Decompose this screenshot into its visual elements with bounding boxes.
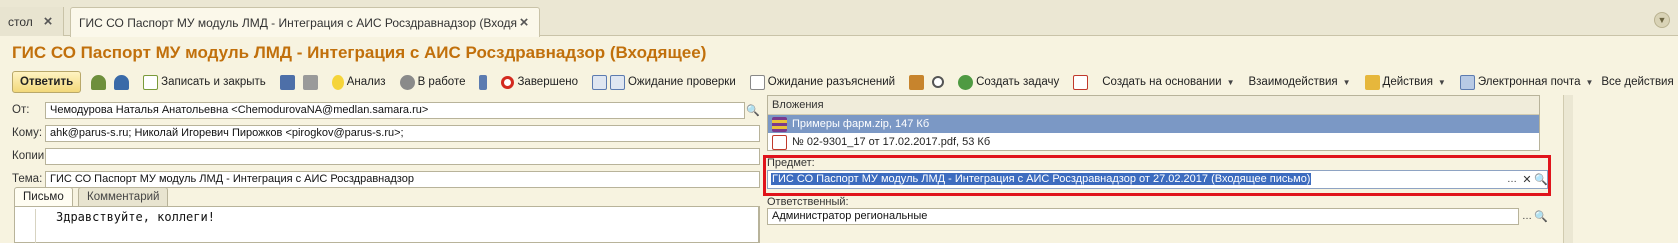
subject-field[interactable]: ГИС СО Паспорт МУ модуль ЛМД - Интеграци… bbox=[45, 171, 760, 188]
checkmark-document-icon bbox=[143, 74, 159, 90]
gear-icon bbox=[399, 74, 415, 90]
envelope-icon bbox=[1459, 74, 1475, 90]
completed-button[interactable]: Завершено bbox=[497, 71, 581, 93]
task-icon bbox=[958, 74, 974, 90]
analysis-button[interactable]: Анализ bbox=[328, 71, 390, 93]
wait-clarify-label: Ожидание разъяснений bbox=[767, 76, 896, 88]
tab-letter[interactable]: Письмо bbox=[14, 187, 73, 206]
responsible-field[interactable]: Администратор региональные bbox=[767, 208, 1519, 225]
wait-check-label: Ожидание проверки bbox=[627, 76, 736, 88]
printer-icon bbox=[302, 74, 318, 90]
reply-button-label: Ответить bbox=[20, 76, 74, 88]
document-search-icon bbox=[591, 74, 607, 90]
chevron-down-icon: ▼ bbox=[1226, 77, 1235, 87]
subject-label: Тема: bbox=[12, 173, 43, 185]
document-cross-icon bbox=[1073, 74, 1089, 90]
to-label: Кому: bbox=[12, 127, 43, 139]
zip-archive-icon bbox=[772, 116, 787, 132]
tab-desktop[interactable]: стол × bbox=[0, 7, 64, 36]
reply-button[interactable]: Ответить bbox=[12, 71, 82, 93]
toolbar: Ответить Записать и закрыть Анализ В раб… bbox=[12, 70, 1674, 94]
search-icon[interactable]: 🔍 bbox=[745, 102, 761, 119]
cc-field[interactable] bbox=[45, 148, 760, 165]
user-add-icon bbox=[114, 74, 130, 90]
report-button[interactable] bbox=[905, 71, 928, 93]
circle-icon bbox=[932, 76, 945, 88]
close-icon[interactable]: × bbox=[517, 14, 531, 31]
tab-document[interactable]: ГИС СО Паспорт МУ модуль ЛМД - Интеграци… bbox=[70, 7, 540, 37]
print-button[interactable] bbox=[299, 71, 322, 93]
stop-circle-icon bbox=[501, 75, 515, 89]
in-work-button[interactable]: В работе bbox=[396, 71, 470, 93]
interactions-label: Взаимодействия bbox=[1248, 76, 1338, 88]
attachment-name: № 02-9301_17 от 17.02.2017.pdf, 53 Кб bbox=[792, 136, 991, 148]
subject-item-value: ГИС СО Паспорт МУ модуль ЛМД - Интеграци… bbox=[771, 173, 1312, 185]
tab-desktop-label: стол bbox=[8, 14, 33, 29]
close-icon[interactable]: × bbox=[41, 13, 55, 30]
wait-clarify-button[interactable]: Ожидание разъяснений bbox=[746, 71, 899, 93]
wait-check-button[interactable]: Ожидание проверки bbox=[588, 71, 740, 93]
list-icon bbox=[479, 74, 488, 90]
create-based-label: Создать на основании bbox=[1102, 76, 1222, 88]
subject-item-field[interactable]: ГИС СО Паспорт МУ модуль ЛМД - Интеграци… bbox=[767, 170, 1548, 189]
from-field[interactable]: Чемодурова Наталья Анатольевна <Chemodur… bbox=[45, 102, 745, 119]
ellipsis-icon[interactable]: … bbox=[1504, 171, 1520, 188]
attachment-name: Примеры фарм.zip, 147 Кб bbox=[792, 118, 930, 130]
save-button[interactable] bbox=[276, 71, 299, 93]
search-icon[interactable]: 🔍 bbox=[1533, 208, 1549, 225]
create-task-button[interactable]: Создать задачу bbox=[954, 71, 1063, 93]
users-icon bbox=[91, 74, 107, 90]
all-actions-label: Все действия bbox=[1601, 76, 1674, 88]
window-icon bbox=[609, 74, 625, 90]
search-icon[interactable]: 🔍 bbox=[1533, 171, 1549, 188]
attachments-header: Вложения bbox=[768, 96, 1539, 115]
pdf-file-icon bbox=[772, 134, 787, 150]
letter-body[interactable]: Здравствуйте, коллеги! bbox=[14, 206, 760, 243]
to-field[interactable]: ahk@parus-s.ru; Николай Игоревич Пирожко… bbox=[45, 125, 760, 142]
scrollbar[interactable] bbox=[1563, 95, 1573, 243]
chevron-down-icon: ▼ bbox=[1437, 77, 1446, 87]
attachment-item[interactable]: № 02-9301_17 от 17.02.2017.pdf, 53 Кб bbox=[768, 133, 1539, 151]
chevron-down-icon: ▼ bbox=[1342, 77, 1351, 87]
tab-document-label: ГИС СО Паспорт МУ модуль ЛМД - Интеграци… bbox=[79, 15, 517, 30]
create-task-label: Создать задачу bbox=[976, 76, 1060, 88]
in-work-label: В работе bbox=[417, 76, 466, 88]
page-title: ГИС СО Паспорт МУ модуль ЛМД - Интеграци… bbox=[12, 43, 707, 62]
tab-strip: стол × ГИС СО Паспорт МУ модуль ЛМД - Ин… bbox=[0, 0, 1678, 37]
email-label: Электронная почта bbox=[1477, 76, 1581, 88]
from-label: От: bbox=[12, 104, 30, 116]
all-actions-button[interactable]: Все действия ▼ bbox=[1597, 71, 1678, 93]
attach-button[interactable] bbox=[1069, 71, 1092, 93]
folder-icon bbox=[1364, 74, 1380, 90]
chevron-down-icon: ▼ bbox=[1585, 77, 1594, 87]
floppy-disk-icon bbox=[279, 74, 295, 90]
email-button[interactable]: Электронная почта ▼ bbox=[1456, 71, 1598, 93]
create-based-button[interactable]: Создать на основании ▼ bbox=[1098, 71, 1238, 93]
cc-label: Копии: bbox=[12, 150, 48, 162]
list-button[interactable] bbox=[475, 71, 491, 93]
lightbulb-icon bbox=[331, 74, 344, 90]
user-add-button[interactable] bbox=[110, 71, 133, 93]
attachments-panel: Вложения Примеры фарм.zip, 147 Кб № 02-9… bbox=[767, 95, 1540, 151]
analysis-label: Анализ bbox=[346, 76, 386, 88]
tab-comment[interactable]: Комментарий bbox=[78, 187, 169, 206]
completed-label: Завершено bbox=[517, 76, 578, 88]
actions-label: Действия bbox=[1382, 76, 1433, 88]
letter-text: Здравствуйте, коллеги! bbox=[35, 209, 215, 243]
attachment-item[interactable]: Примеры фарм.zip, 147 Кб bbox=[768, 115, 1539, 133]
save-close-label: Записать и закрыть bbox=[161, 76, 266, 88]
speech-bubble-icon bbox=[749, 74, 765, 90]
status-button[interactable] bbox=[928, 71, 948, 93]
chevron-down-icon[interactable]: ▼ bbox=[1654, 12, 1670, 28]
interactions-button[interactable]: Взаимодействия ▼ bbox=[1244, 71, 1354, 93]
save-close-button[interactable]: Записать и закрыть bbox=[139, 71, 270, 93]
users-button[interactable] bbox=[87, 71, 110, 93]
actions-button[interactable]: Действия ▼ bbox=[1361, 71, 1450, 93]
responsible-label: Ответственный: bbox=[767, 196, 849, 208]
report-icon bbox=[909, 74, 925, 90]
